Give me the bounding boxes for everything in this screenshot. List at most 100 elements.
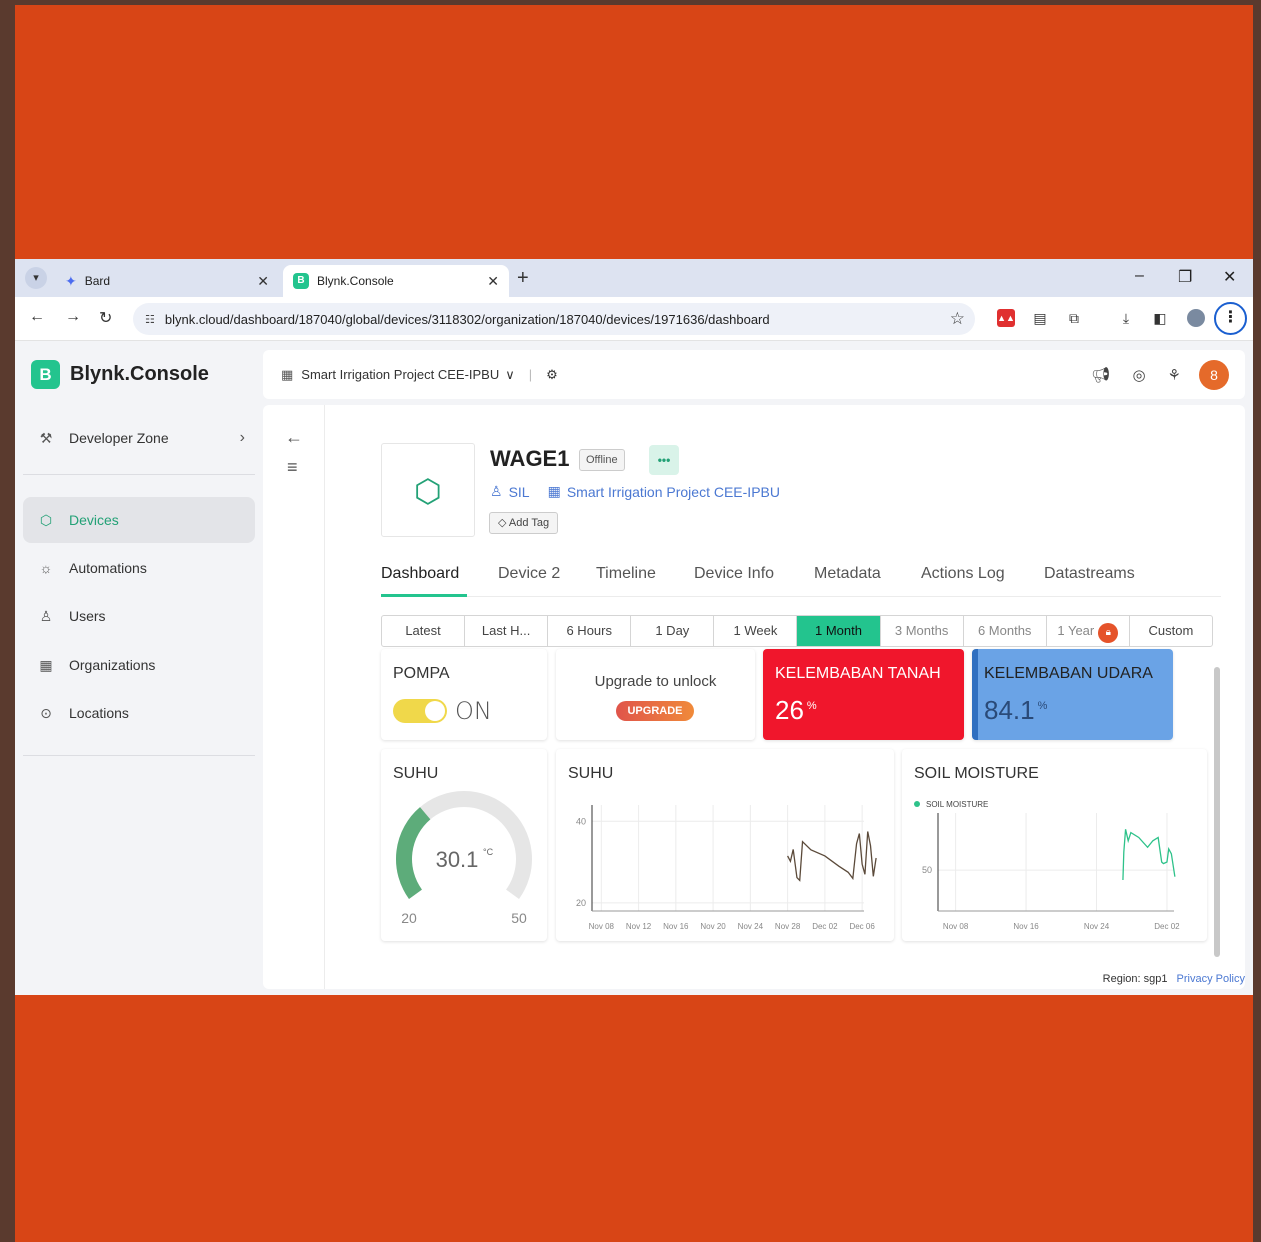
close-icon[interactable]: ✕ [257,273,269,290]
range-1-year-label: 1 Year [1057,623,1095,638]
pompa-switch[interactable] [393,699,447,723]
suhu-chart-svg: Nov 08 Nov 12 Nov 16 Nov 20 Nov 24 Nov 28 Dec … [576,805,877,931]
user-avatar[interactable]: 8 [1199,360,1229,390]
logo-badge: B [31,360,60,389]
back-arrow-icon[interactable]: ← [285,427,303,448]
blynk-logo[interactable]: B Blynk.Console [31,360,209,389]
divider: | [528,367,533,382]
side-panel-icon[interactable]: ◧ [1151,309,1169,327]
widget-title: KELEMBABAN TANAH [775,665,941,682]
gauge-fill [396,807,431,899]
bug-report-icon[interactable]: ⚘ [1168,366,1181,384]
device-more-button[interactable]: ••• [649,445,679,475]
cube-icon: ⬡ [39,511,53,528]
gauge-svg: 30.1 °C 20 50 [396,791,532,926]
device-org-link[interactable]: Smart Irrigation Project CEE-IPBU [567,484,780,500]
gauge-max: 50 [511,910,527,926]
reload-icon[interactable]: ↻ [99,308,112,328]
tab-datastreams[interactable]: Datastreams [1044,565,1135,583]
extensions-puzzle-icon[interactable]: ⧉ [1065,309,1083,327]
range-latest[interactable]: Latest [382,616,466,646]
upgrade-button[interactable]: UPGRADE [616,701,694,721]
widget-pompa: POMPA ON [381,649,547,740]
sidebar-divider [23,755,255,756]
back-arrow-icon[interactable]: ← [29,308,45,326]
range-6-months[interactable]: 6 Months [964,616,1047,646]
x-tick-label: Nov 16 [663,922,689,931]
users-icon: ♙ [39,607,53,624]
range-1-day[interactable]: 1 Day [631,616,715,646]
building-icon: ▦ [281,366,294,382]
tab-bard[interactable]: ✦ Bard ✕ [55,265,279,297]
widget-title: KELEMBABAN UDARA [984,665,1153,682]
close-window-button[interactable]: ✕ [1223,267,1236,287]
x-tick-label: Nov 16 [1013,922,1039,931]
new-tab-button[interactable]: + [517,267,529,290]
profile-avatar-icon[interactable] [1187,309,1205,327]
x-tick-label: Dec 06 [849,922,875,931]
range-6-hours[interactable]: 6 Hours [548,616,632,646]
tab-timeline[interactable]: Timeline [596,565,656,583]
sidebar-item-organizations[interactable]: ▦ Organizations [23,642,255,688]
announcements-icon[interactable]: 📢︎ [1091,366,1110,384]
extension-red-icon[interactable]: ▲▲ [997,309,1015,327]
tools-icon: ⚒ [39,429,53,446]
menu-hamburger-icon[interactable]: ≡ [287,457,298,478]
tab-actions-log[interactable]: Actions Log [921,565,1005,583]
add-tag-label: Add Tag [508,517,550,529]
range-1-week[interactable]: 1 Week [714,616,798,646]
download-icon[interactable]: ⤓ [1117,309,1135,327]
org-selector[interactable]: Smart Irrigation Project CEE-IPBU [301,367,499,382]
tab-device-info[interactable]: Device Info [694,565,774,583]
forward-arrow-icon[interactable]: → [65,308,81,326]
widget-value: 84.1% [984,695,1048,725]
bard-sparkle-icon: ✦ [65,272,77,289]
sidebar-item-automations[interactable]: ☼ Automations [23,545,255,591]
bookmark-star-icon[interactable]: ☆ [950,309,965,329]
widget-title: POMPA [393,665,450,682]
device-cube-icon: ⬡ [381,443,475,537]
document-icon[interactable]: ▤ [1031,309,1049,327]
tab-blynk-console[interactable]: B Blynk.Console ✕ [283,265,509,297]
range-custom[interactable]: Custom [1130,616,1212,646]
legend-label: SOIL MOISTURE [926,800,988,809]
x-tick-label: Nov 28 [775,922,801,931]
privacy-policy-link[interactable]: Privacy Policy [1177,973,1245,985]
active-tab-underline [381,594,467,597]
lock-icon: 🔒︎ [1098,623,1119,643]
browser-toolbar: ← → ↻ ☷ blynk.cloud/dashboard/187040/glo… [15,297,1253,341]
add-tag-button[interactable]: ◇ Add Tag [489,512,559,534]
help-lifebuoy-icon[interactable]: ◎ [1132,366,1145,384]
x-tick-label: Nov 08 [943,922,969,931]
content-scrollbar[interactable] [1214,667,1220,957]
sidebar-item-devices[interactable]: ⬡ Devices [23,497,255,543]
content-side-controls: ← ≡ [263,405,325,989]
site-settings-icon[interactable]: ☷ [145,313,155,326]
settings-gear-icon[interactable]: ⚙ [546,367,558,383]
sidebar-item-locations[interactable]: ⊙ Locations [23,690,255,736]
range-3-months[interactable]: 3 Months [881,616,964,646]
maximize-button[interactable]: ❐ [1178,267,1192,287]
tab-dashboard[interactable]: Dashboard [381,565,459,583]
range-1-year[interactable]: 1 Year 🔒︎ [1047,616,1130,646]
legend-marker [914,801,920,807]
address-bar[interactable]: ☷ blynk.cloud/dashboard/187040/global/de… [133,303,975,335]
sidebar-item-developer-zone[interactable]: ⚒ Developer Zone › [23,415,255,461]
tab-device-2[interactable]: Device 2 [498,565,560,583]
range-last-hour[interactable]: Last H... [465,616,549,646]
minimize-button[interactable]: – [1135,267,1144,285]
device-owner-link[interactable]: SIL [509,484,530,500]
browser-menu-icon[interactable]: ⋮ [1214,302,1247,335]
switch-state: ON [455,697,492,725]
range-1-month[interactable]: 1 Month [797,616,881,646]
sidebar-item-users[interactable]: ♙ Users [23,593,255,639]
time-range-selector: Latest Last H... 6 Hours 1 Day 1 Week 1 … [381,615,1213,647]
x-tick-label: Nov 24 [1084,922,1110,931]
chevron-down-icon[interactable]: ∨ [505,367,515,383]
app-topbar: ▦ Smart Irrigation Project CEE-IPBU ∨ | … [263,350,1245,399]
building-icon: ▦ [547,483,561,499]
close-icon[interactable]: ✕ [487,273,499,290]
widget-kelembaban-udara: KELEMBABAN UDARA 84.1% [972,649,1173,740]
tab-search-button[interactable]: ▾ [25,267,47,289]
tab-metadata[interactable]: Metadata [814,565,881,583]
